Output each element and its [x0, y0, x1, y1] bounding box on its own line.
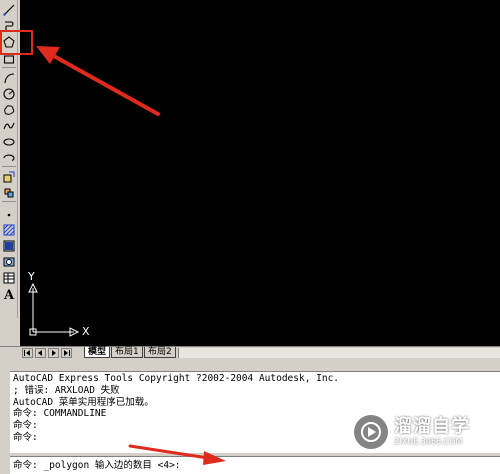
tab-layout1[interactable]: 布局1	[111, 347, 143, 358]
first-tab-button[interactable]	[22, 348, 33, 358]
table-icon[interactable]	[1, 270, 17, 285]
horizontal-scrollbar[interactable]	[178, 348, 500, 358]
history-line: AutoCAD 菜单实用程序已加载。	[13, 396, 154, 408]
play-logo-icon	[354, 415, 388, 449]
layout-tab-bar: 模型 布局1 布局2	[0, 346, 500, 358]
region-icon[interactable]	[1, 254, 17, 269]
prev-tab-icon	[38, 350, 42, 356]
last-tab-button[interactable]	[61, 348, 72, 358]
ellipse-icon[interactable]	[1, 134, 17, 149]
next-tab-icon	[52, 350, 56, 356]
gradient-icon[interactable]	[1, 238, 17, 253]
spline-icon[interactable]	[1, 118, 17, 133]
tab-model[interactable]: 模型	[84, 347, 111, 358]
circle-icon[interactable]	[1, 86, 17, 101]
insert-block-icon[interactable]	[1, 169, 17, 184]
line-icon[interactable]	[1, 2, 17, 17]
arc-icon[interactable]	[1, 70, 17, 85]
ellipse-arc-icon[interactable]	[1, 150, 17, 165]
highlight-box	[0, 30, 33, 55]
next-tab-button[interactable]	[48, 348, 59, 358]
watermark-url: ZIXUE.3066.COM	[394, 437, 463, 446]
watermark: 溜溜自学 ZIXUE.3066.COM	[354, 410, 494, 454]
history-line: AutoCAD Express Tools Copyright ?2002-20…	[13, 373, 340, 384]
last-tab-icon	[64, 350, 70, 356]
ucs-y-label: Y	[28, 270, 35, 283]
hatch-icon[interactable]	[1, 222, 17, 237]
history-line: ; 错误: ARXLOAD 失败	[13, 384, 120, 396]
prev-tab-button[interactable]	[35, 348, 46, 358]
revision-cloud-icon[interactable]	[1, 102, 17, 117]
tab-layout2[interactable]: 布局2	[144, 347, 176, 358]
point-icon[interactable]	[1, 204, 17, 219]
ucs-icon: Y X	[22, 270, 112, 344]
first-tab-icon	[24, 350, 30, 356]
multiline-text-icon[interactable]: A	[1, 288, 17, 303]
ucs-x-label: X	[82, 325, 90, 338]
command-input[interactable]: 命令: _polygon 输入边的数目 <4>:	[10, 456, 500, 474]
make-block-icon[interactable]	[1, 185, 17, 200]
watermark-title: 溜溜自学	[394, 416, 470, 437]
